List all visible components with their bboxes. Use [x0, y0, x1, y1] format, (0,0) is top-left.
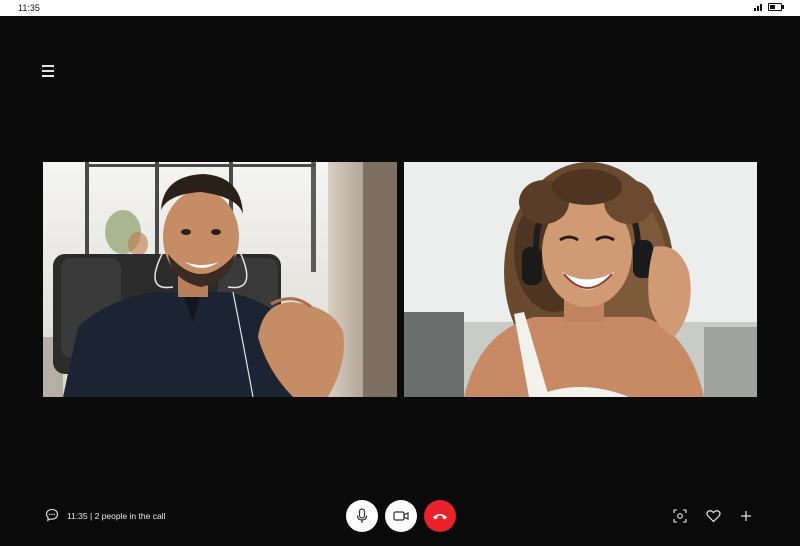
end-call-button[interactable] — [424, 500, 456, 532]
mute-button[interactable] — [346, 500, 378, 532]
microphone-icon — [356, 508, 368, 523]
call-actions — [672, 508, 754, 524]
status-time: 11:35 — [18, 3, 40, 13]
add-participant-button[interactable] — [738, 508, 754, 524]
heart-icon — [705, 510, 721, 523]
screenshot-button[interactable] — [672, 508, 688, 524]
battery-icon — [768, 3, 784, 11]
video-toggle-button[interactable] — [385, 500, 417, 532]
signal-icon — [754, 3, 762, 11]
like-button[interactable] — [705, 508, 721, 524]
video-camera-icon — [393, 511, 409, 521]
plus-icon — [741, 511, 751, 521]
participant-video-tile-2[interactable] — [404, 162, 757, 397]
status-icons — [754, 3, 784, 11]
participant-1-video — [43, 162, 397, 397]
phone-hangup-icon — [433, 514, 447, 520]
menu-button[interactable] — [42, 64, 54, 77]
status-bar: 11:35 — [0, 0, 800, 16]
chat-icon[interactable] — [45, 508, 59, 524]
screenshot-icon — [673, 509, 687, 523]
call-info: 11:35 | 2 people in the call — [45, 508, 165, 524]
participant-video-tile-1[interactable] — [43, 162, 397, 397]
call-info-text: 11:35 | 2 people in the call — [67, 511, 166, 521]
participant-2-video — [404, 162, 757, 397]
call-controls — [346, 500, 456, 532]
